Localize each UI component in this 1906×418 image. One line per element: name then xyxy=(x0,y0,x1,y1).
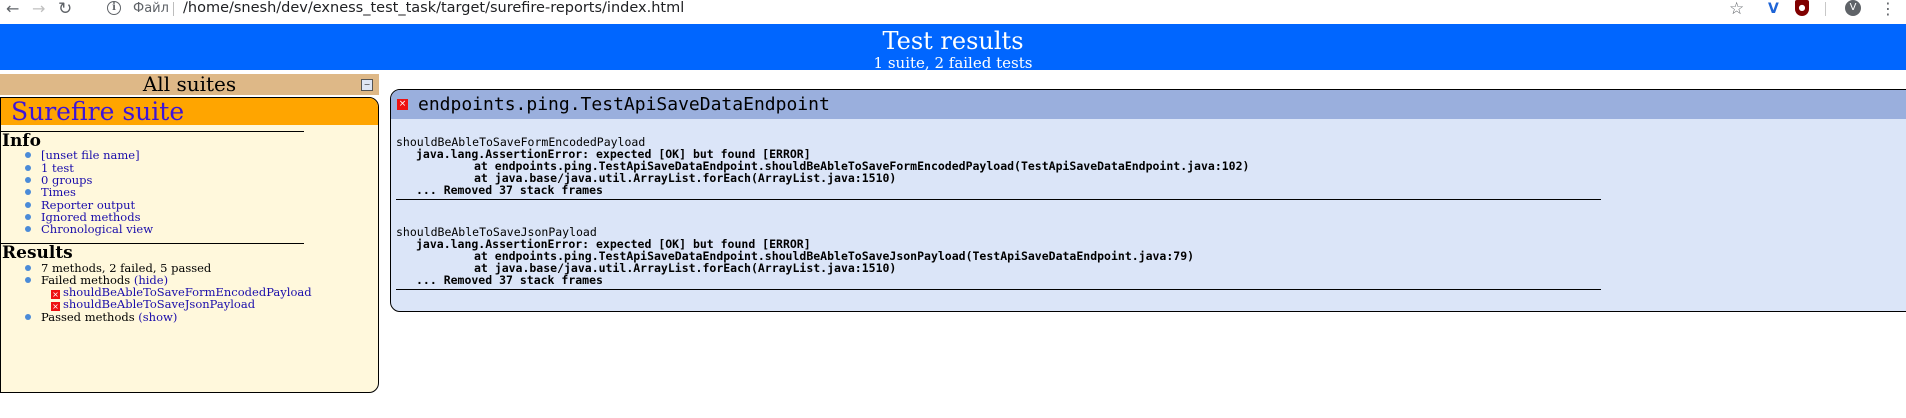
file-protocol-label: Файл xyxy=(133,1,169,16)
browser-menu-icon[interactable]: ⋮ xyxy=(1880,0,1896,18)
url-separator xyxy=(173,2,174,16)
info-item-times: Times xyxy=(25,185,76,199)
address-bar-url[interactable]: /home/snesh/dev/exness_test_task/target/… xyxy=(183,0,684,16)
test-class-name: endpoints.ping.TestApiSaveDataEndpoint xyxy=(418,94,830,115)
site-info-icon[interactable]: i xyxy=(107,1,121,15)
divider xyxy=(396,289,1601,290)
divider xyxy=(1,131,304,132)
extension-v-icon[interactable]: V xyxy=(1768,1,1779,17)
page-subtitle: 1 suite, 2 failed tests xyxy=(873,54,1033,72)
ublock-extension-icon[interactable]: ● xyxy=(1795,0,1809,16)
divider xyxy=(396,199,1601,200)
removed-frames-note: ... Removed 37 stack frames xyxy=(416,183,603,197)
results-header: Test results 1 suite, 2 failed tests xyxy=(0,24,1906,72)
failed-method-link: × shouldBeAbleToSaveJsonPayload xyxy=(51,297,256,311)
test-class-panel: × endpoints.ping.TestApiSaveDataEndpoint… xyxy=(390,89,1906,312)
passed-show-toggle[interactable]: (show) xyxy=(138,310,177,324)
all-suites-header: All suites − xyxy=(0,74,379,95)
test-class-header: × endpoints.ping.TestApiSaveDataEndpoint xyxy=(391,90,1906,119)
passed-methods-item: Passed methods (show) xyxy=(24,310,177,324)
failed-x-icon: × xyxy=(397,99,408,110)
page-title: Test results xyxy=(882,27,1024,55)
reload-icon[interactable]: ↻ xyxy=(58,0,72,18)
bookmark-star-icon[interactable]: ☆ xyxy=(1729,0,1744,19)
suite-panel: Surefire suite Info [unset file name] 1 … xyxy=(0,97,379,393)
removed-frames-note: ... Removed 37 stack frames xyxy=(416,273,603,287)
back-arrow-icon[interactable]: ← xyxy=(6,0,19,18)
browser-toolbar: ← → ↻ i Файл /home/snesh/dev/exness_test… xyxy=(0,0,1906,22)
info-item-chronological-view: Chronological view xyxy=(24,222,153,236)
collapse-button[interactable]: − xyxy=(361,79,373,91)
profile-avatar[interactable]: V xyxy=(1845,0,1861,16)
suite-name[interactable]: Surefire suite xyxy=(1,98,378,125)
results-section-title: Results xyxy=(2,243,73,263)
extension-separator xyxy=(1825,2,1826,16)
forward-arrow-icon[interactable]: → xyxy=(32,0,45,18)
info-item-file-name: [unset file name] xyxy=(25,148,140,162)
all-suites-label: All suites xyxy=(142,72,237,96)
